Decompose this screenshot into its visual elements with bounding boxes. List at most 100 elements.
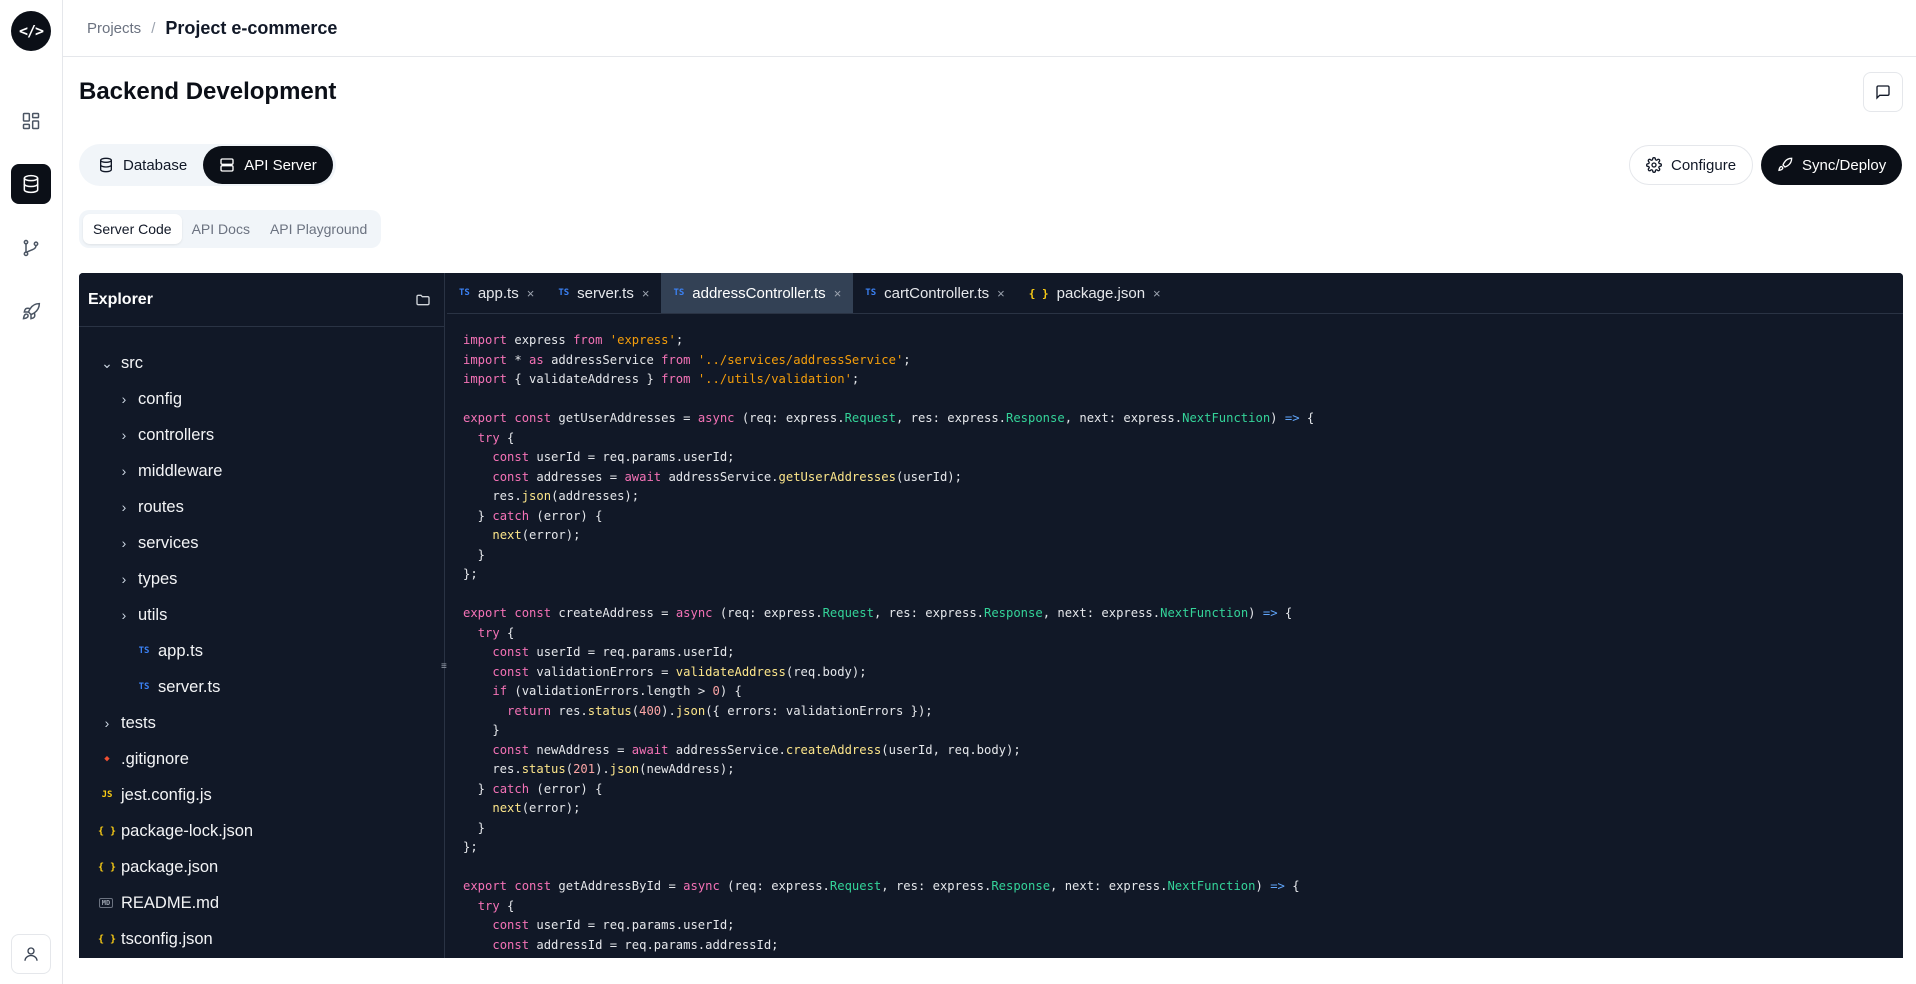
close-icon[interactable]: × xyxy=(642,286,650,301)
editor-tab[interactable]: { } package.json × xyxy=(1017,273,1173,313)
api-server-segment-label: API Server xyxy=(244,156,317,174)
message-square-icon xyxy=(1876,85,1890,100)
ts-file-icon: TS xyxy=(865,288,877,298)
tab-server-code[interactable]: Server Code xyxy=(83,214,182,244)
tree-folder[interactable]: › tests xyxy=(79,705,444,741)
code-line: export const getUserAddresses = async (r… xyxy=(463,411,1315,425)
code-line: export const getAddressById = async (req… xyxy=(463,879,1300,893)
tree-item-label: tsconfig.json xyxy=(121,929,213,948)
user-profile-button[interactable] xyxy=(11,934,51,974)
file-explorer: Explorer ⌄ src › config › controllers › middlew… xyxy=(79,273,445,958)
tree-item-label: middleware xyxy=(138,461,223,480)
tree-item-label: jest.config.js xyxy=(121,785,212,804)
tree-item-label: .gitignore xyxy=(121,749,189,768)
user-icon xyxy=(24,947,38,961)
file-tree: ⌄ src › config › controllers › middleware › route… xyxy=(79,327,444,957)
code-line: next(error); xyxy=(492,801,581,815)
tree-folder[interactable]: › controllers xyxy=(79,417,444,453)
tree-file[interactable]: JS jest.config.js xyxy=(79,777,444,813)
app-logo[interactable]: </> xyxy=(11,11,51,51)
sync-deploy-label: Sync/Deploy xyxy=(1802,156,1887,174)
json-file-icon: { } xyxy=(97,861,117,873)
top-bar: Projects / Project e-commerce xyxy=(63,0,1916,57)
tree-folder[interactable]: › middleware xyxy=(79,453,444,489)
tree-file[interactable]: { } tsconfig.json xyxy=(79,921,444,957)
tree-item-label: types xyxy=(138,569,178,588)
git-file-icon: ◆ xyxy=(104,754,110,764)
rocket-icon xyxy=(1778,157,1793,172)
close-icon[interactable]: × xyxy=(527,286,535,301)
editor-tab[interactable]: TS addressController.ts × xyxy=(661,273,854,313)
code-line: const userId = req.params.userId; xyxy=(492,918,735,932)
ts-file-icon: TS xyxy=(138,682,150,692)
api-server-segment-button[interactable]: API Server xyxy=(203,146,333,184)
code-line: import * as addressService from '../serv… xyxy=(463,352,911,367)
tree-item-label: src xyxy=(121,353,143,372)
tree-item-label: utils xyxy=(138,605,168,624)
tree-file[interactable]: { } package.json xyxy=(79,849,444,885)
comments-button[interactable] xyxy=(1863,72,1903,112)
close-icon[interactable]: × xyxy=(1153,286,1161,301)
gear-icon xyxy=(1646,157,1662,173)
code-line: import { validateAddress } from '../util… xyxy=(463,372,860,386)
tree-item-label: services xyxy=(138,533,199,552)
tab-api-playground[interactable]: API Playground xyxy=(260,214,377,244)
close-icon[interactable]: × xyxy=(997,286,1005,301)
panel-resize-handle[interactable]: ≡ xyxy=(441,661,449,673)
tree-file[interactable]: { } package-lock.json xyxy=(79,813,444,849)
database-segment-label: Database xyxy=(123,156,188,174)
chevron-right-icon: › xyxy=(121,463,127,479)
ts-file-icon: TS xyxy=(459,288,470,298)
tree-folder[interactable]: › types xyxy=(79,561,444,597)
breadcrumb-projects-link[interactable]: Projects xyxy=(87,20,141,37)
folder-icon[interactable] xyxy=(415,292,431,308)
rocket-icon xyxy=(22,302,41,320)
code-line: const userId = req.params.userId; xyxy=(492,645,735,659)
sync-deploy-button[interactable]: Sync/Deploy xyxy=(1761,145,1903,185)
tab-api-docs[interactable]: API Docs xyxy=(182,214,260,244)
code-line: } xyxy=(463,547,486,562)
tree-folder[interactable]: › routes xyxy=(79,489,444,525)
dashboard-nav-button[interactable] xyxy=(11,101,51,141)
code-line: next(error); xyxy=(492,528,581,542)
database-nav-button[interactable] xyxy=(11,164,51,204)
git-nav-button[interactable] xyxy=(11,228,51,268)
configure-label: Configure xyxy=(1671,156,1737,174)
chevron-right-icon: › xyxy=(104,715,110,731)
code-line: const newAddress = await addressService.… xyxy=(492,742,1021,757)
breadcrumb-current: Project e-commerce xyxy=(165,17,338,38)
code-content[interactable]: import express from 'express'; import * a… xyxy=(463,331,1903,955)
deploy-nav-button[interactable] xyxy=(11,292,51,332)
tree-folder[interactable]: › config xyxy=(79,381,444,417)
code-line: try { xyxy=(477,625,515,640)
database-segment-button[interactable]: Database xyxy=(82,146,203,184)
dashboard-icon xyxy=(22,112,40,130)
tree-item-label: tests xyxy=(121,713,156,732)
tree-file[interactable]: MD README.md xyxy=(79,885,444,921)
editor-tab-label: addressController.ts xyxy=(692,284,826,302)
close-icon[interactable]: × xyxy=(834,286,842,301)
tree-item-label: package.json xyxy=(121,857,219,876)
tree-folder[interactable]: › utils xyxy=(79,597,444,633)
chevron-down-icon: ⌄ xyxy=(101,354,113,371)
editor-tab[interactable]: TS app.ts × xyxy=(447,273,546,313)
chevron-right-icon: › xyxy=(121,427,127,443)
editor-tab[interactable]: TS cartController.ts × xyxy=(853,273,1016,313)
editor-tab[interactable]: TS server.ts × xyxy=(546,273,661,313)
configure-button[interactable]: Configure xyxy=(1629,145,1754,185)
tree-file[interactable]: TS app.ts xyxy=(79,633,444,669)
server-icon xyxy=(220,158,234,172)
tree-file[interactable]: TS server.ts xyxy=(79,669,444,705)
json-file-icon: { } xyxy=(97,933,117,945)
code-line: try { xyxy=(477,430,515,445)
tree-folder[interactable]: › services xyxy=(79,525,444,561)
tree-file[interactable]: ◆ .gitignore xyxy=(79,741,444,777)
chevron-right-icon: › xyxy=(121,607,127,623)
tree-folder[interactable]: ⌄ src xyxy=(79,345,444,381)
ts-file-icon: TS xyxy=(558,288,570,298)
code-line: } xyxy=(463,820,486,835)
code-line: } catch (error) { xyxy=(463,781,603,796)
json-file-icon: { } xyxy=(97,825,117,837)
